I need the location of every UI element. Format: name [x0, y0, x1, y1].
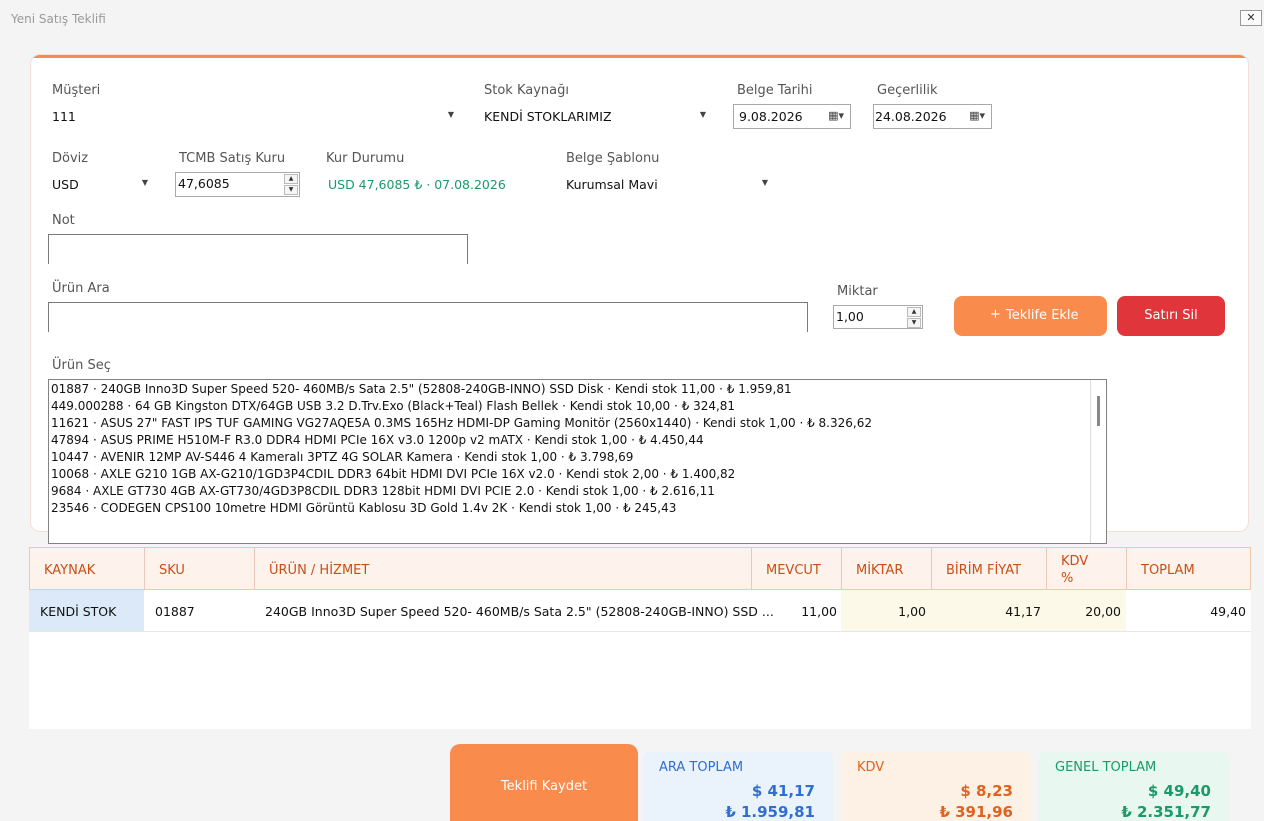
grid-header: KAYNAK SKU ÜRÜN / HİZMET MEVCUT MİKTAR B… [29, 547, 1251, 590]
teklifi-kaydet-label: Teklifi Kaydet [500, 779, 588, 794]
urun-sec-label: Ürün Seç [52, 358, 111, 373]
miktar-stepper[interactable]: 1,00 ▲ ▼ [833, 305, 923, 329]
kur-durumu-value: USD 47,6085 ₺ · 07.08.2026 [328, 177, 506, 192]
plus-icon: + [990, 307, 1001, 322]
close-button[interactable]: ✕ [1240, 10, 1262, 26]
belge-sablonu-label: Belge Şablonu [566, 151, 660, 166]
musteri-combo[interactable]: 111 ▼ [48, 105, 458, 129]
column-header-toplam[interactable]: TOPLAM [1127, 548, 1251, 590]
genel-toplam-try: ₺ 2.351,77 [1121, 803, 1211, 821]
list-item[interactable]: 11621 · ASUS 27" FAST IPS TUF GAMING VG2… [51, 416, 872, 430]
column-header-birim-fiyat[interactable]: BİRİM FİYAT [932, 548, 1047, 590]
list-item[interactable]: 9684 · AXLE GT730 4GB AX-GT730/4GD3P8CDI… [51, 484, 715, 498]
belge-tarihi-label: Belge Tarihi [737, 83, 813, 98]
urun-ara-input[interactable] [48, 302, 808, 332]
scrollbar-thumb[interactable] [1097, 396, 1100, 426]
genel-toplam-usd: $ 49,40 [1147, 782, 1211, 800]
urun-sec-list[interactable]: 01887 · 240GB Inno3D Super Speed 520- 46… [48, 379, 1107, 544]
spin-down-icon[interactable]: ▼ [284, 185, 298, 195]
window-edge [0, 34, 9, 821]
column-header-miktar[interactable]: MİKTAR [842, 548, 932, 590]
stok-kaynagi-combo[interactable]: KENDİ STOKLARIMIZ ▼ [480, 105, 710, 129]
satiri-sil-label: Satırı Sil [1144, 308, 1198, 323]
urun-ara-label: Ürün Ara [52, 281, 110, 296]
belge-tarihi-picker[interactable]: 9.08.2026 ▦▾ [733, 104, 851, 129]
musteri-label: Müşteri [52, 83, 101, 98]
teklif-grid: KAYNAK SKU ÜRÜN / HİZMET MEVCUT MİKTAR B… [29, 547, 1251, 729]
column-header-urun[interactable]: ÜRÜN / HİZMET [255, 548, 752, 590]
kur-durumu-label: Kur Durumu [326, 151, 405, 166]
kdv-panel: KDV $ 8,23 ₺ 391,96 [841, 752, 1031, 821]
list-item[interactable]: 449.000288 · 64 GB Kingston DTX/64GB USB… [51, 399, 735, 413]
chevron-down-icon: ▼ [699, 110, 706, 119]
spin-down-icon[interactable]: ▼ [907, 318, 921, 328]
column-header-kdv[interactable]: KDV % [1047, 548, 1127, 590]
column-header-sku[interactable]: SKU [145, 548, 255, 590]
doviz-combo[interactable]: USD ▼ [48, 173, 152, 197]
genel-toplam-label: GENEL TOPLAM [1055, 760, 1157, 775]
list-scrollbar[interactable] [1090, 380, 1106, 543]
cell-urun[interactable]: 240GB Inno3D Super Speed 520- 460MB/s Sa… [254, 590, 774, 631]
miktar-label: Miktar [837, 284, 878, 299]
title-bar: Yeni Satış Teklifi ✕ [0, 0, 1264, 34]
column-header-kaynak[interactable]: KAYNAK [30, 548, 145, 590]
tcmb-kuru-stepper[interactable]: 47,6085 ▲ ▼ [175, 172, 300, 197]
spin-up-icon[interactable]: ▲ [907, 307, 921, 317]
not-input[interactable] [48, 234, 468, 264]
teklifi-kaydet-button[interactable]: Teklifi Kaydet [450, 744, 638, 821]
stok-kaynagi-value: KENDİ STOKLARIMIZ [484, 109, 612, 124]
list-item[interactable]: 10447 · AVENIR 12MP AV-S446 4 Kameralı 3… [51, 450, 633, 464]
teklife-ekle-button[interactable]: + Teklife Ekle [954, 296, 1107, 336]
table-row[interactable]: KENDİ STOK 01887 240GB Inno3D Super Spee… [29, 590, 1251, 632]
gecerlilik-label: Geçerlilik [877, 83, 938, 98]
list-item[interactable]: 47894 · ASUS PRIME H510M-F R3.0 DDR4 HDM… [51, 433, 704, 447]
cell-miktar[interactable]: 1,00 [841, 590, 931, 631]
ara-toplam-panel: ARA TOPLAM $ 41,17 ₺ 1.959,81 [643, 752, 833, 821]
belge-sablonu-value: Kurumsal Mavi [566, 177, 658, 192]
cell-birim-fiyat[interactable]: 41,17 [931, 590, 1046, 631]
gecerlilik-picker[interactable]: 24.08.2026 ▦▾ [873, 104, 992, 129]
tcmb-kuru-value: 47,6085 [178, 176, 230, 191]
ara-toplam-usd: $ 41,17 [751, 782, 815, 800]
cell-sku[interactable]: 01887 [144, 590, 254, 631]
list-item[interactable]: 10068 · AXLE G210 1GB AX-G210/1GD3P4CDIL… [51, 467, 735, 481]
chevron-down-icon: ▼ [761, 178, 768, 187]
doviz-value: USD [52, 177, 79, 192]
list-item[interactable]: 23546 · CODEGEN CPS100 10metre HDMI Görü… [51, 501, 676, 515]
ara-toplam-try: ₺ 1.959,81 [725, 803, 815, 821]
stok-kaynagi-label: Stok Kaynağı [484, 83, 569, 98]
teklife-ekle-label: Teklife Ekle [1006, 308, 1079, 323]
card-accent-bar [31, 55, 1248, 58]
belge-tarihi-value: 9.08.2026 [739, 109, 803, 124]
belge-sablonu-combo[interactable]: Kurumsal Mavi ▼ [562, 173, 772, 197]
kdv-try: ₺ 391,96 [939, 803, 1013, 821]
miktar-value: 1,00 [836, 309, 864, 324]
kdv-label: KDV [857, 760, 885, 775]
ara-toplam-label: ARA TOPLAM [659, 760, 744, 775]
tcmb-kuru-label: TCMB Satış Kuru [179, 151, 286, 166]
cell-toplam[interactable]: 49,40 [1126, 590, 1250, 631]
gecerlilik-value: 24.08.2026 [875, 109, 947, 124]
column-header-mevcut[interactable]: MEVCUT [752, 548, 842, 590]
chevron-down-icon: ▼ [141, 178, 148, 187]
cell-kaynak[interactable]: KENDİ STOK [29, 590, 144, 631]
genel-toplam-panel: GENEL TOPLAM $ 49,40 ₺ 2.351,77 [1039, 752, 1229, 821]
doviz-label: Döviz [52, 151, 89, 166]
satiri-sil-button[interactable]: Satırı Sil [1117, 296, 1225, 336]
window-title: Yeni Satış Teklifi [11, 12, 106, 26]
calendar-icon[interactable]: ▦▾ [969, 109, 985, 122]
kdv-usd: $ 8,23 [960, 782, 1013, 800]
spin-up-icon[interactable]: ▲ [284, 174, 298, 184]
cell-mevcut[interactable]: 11,00 [751, 590, 841, 631]
chevron-down-icon: ▼ [447, 110, 454, 119]
musteri-value: 111 [52, 109, 76, 124]
list-item[interactable]: 01887 · 240GB Inno3D Super Speed 520- 46… [51, 382, 792, 396]
cell-kdv[interactable]: 20,00 [1046, 590, 1126, 631]
not-label: Not [52, 213, 75, 228]
calendar-icon[interactable]: ▦▾ [828, 109, 844, 122]
